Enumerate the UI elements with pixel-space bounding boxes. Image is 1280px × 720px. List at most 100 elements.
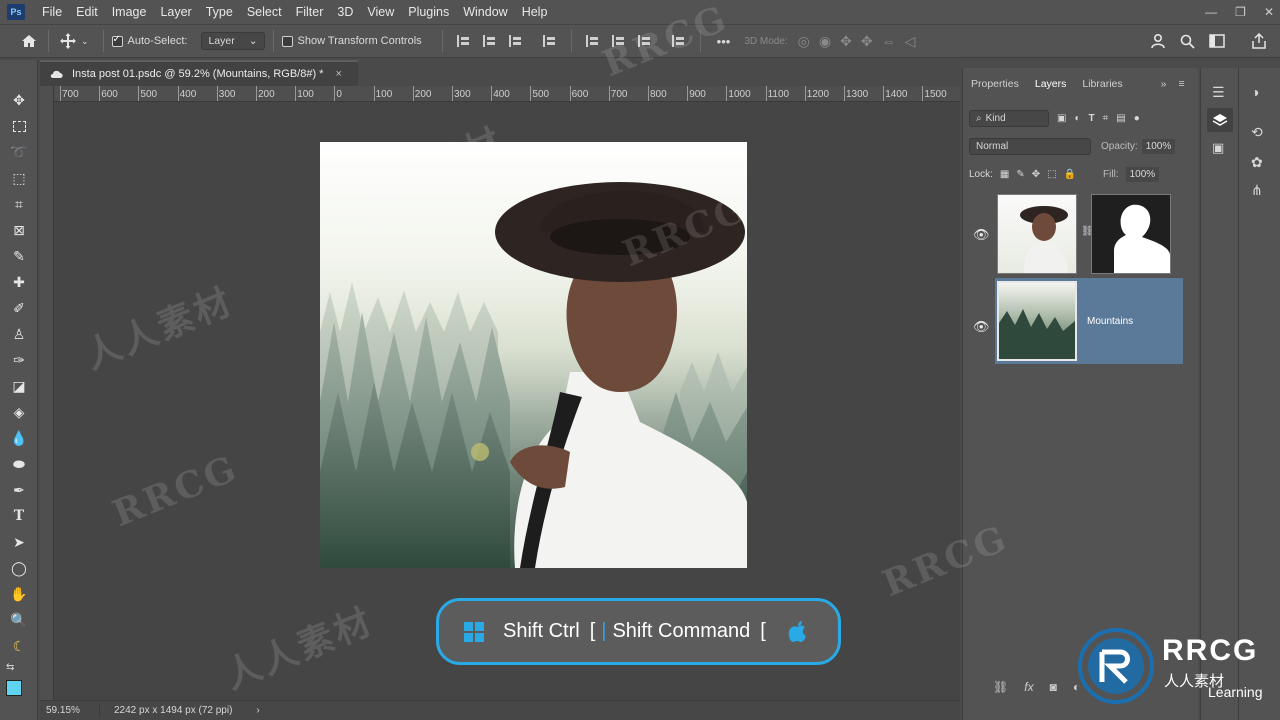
menu-view[interactable]: View [360,5,401,19]
history-brush-tool-icon[interactable]: ✑ [9,350,29,370]
auto-select-checkbox[interactable] [111,34,123,47]
layer-name[interactable]: Mountains [1087,316,1133,327]
add-mask-icon[interactable]: ◙ [1050,680,1057,700]
align-right-icon[interactable] [508,35,523,47]
type-filter-icon[interactable]: T [1089,113,1095,124]
zoom-tool-icon[interactable]: 🔍 [9,610,29,630]
restore-button[interactable]: ❐ [1235,5,1246,19]
home-icon[interactable] [18,30,40,52]
paths-icon[interactable]: ⟲ [1251,124,1263,141]
distribute-icon[interactable] [542,35,557,47]
collapse-panel-icon[interactable]: » [1161,78,1167,90]
lock-artboard-icon[interactable]: ⬚ [1047,169,1056,180]
blend-mode-dropdown[interactable]: Normal [969,137,1091,155]
opacity-input[interactable]: 100% [1141,138,1176,154]
lock-transparent-icon[interactable]: ▦ [1000,169,1009,180]
dodge-tool-icon[interactable]: ⬬ [9,454,29,474]
distribute-vertical-icon[interactable] [671,35,686,47]
smart-object-filter-icon[interactable]: ▤ [1116,113,1125,124]
blur-tool-icon[interactable]: 💧 [9,428,29,448]
align-top-icon[interactable] [585,35,600,47]
layer-mountains[interactable]: Mountains [995,278,1183,364]
menu-image[interactable]: Image [105,5,154,19]
swap-colors-icon[interactable]: ⇆ [6,662,14,673]
image-filter-icon[interactable]: ▣ [1057,113,1066,124]
edit-toolbar-icon[interactable]: ☾ [9,636,29,656]
fill-input[interactable]: 100% [1125,166,1160,182]
chevron-down-icon[interactable]: ⌄ [81,36,89,47]
link-layers-icon[interactable]: ⛓ [993,680,1008,700]
eraser-tool-icon[interactable]: ◪ [9,376,29,396]
menu-layer[interactable]: Layer [153,5,198,19]
foreground-color-swatch[interactable] [6,680,22,696]
panel-menu-icon[interactable]: ≡ [1179,78,1185,90]
menu-window[interactable]: Window [456,5,514,19]
adjustment-filter-icon[interactable]: ◐ [1074,113,1080,124]
frame-tool-icon[interactable]: ⊠ [9,220,29,240]
pen-tool-icon[interactable]: ✒ [9,480,29,500]
auto-select-dropdown[interactable]: Layer ⌄ [201,32,265,50]
path-selection-tool-icon[interactable]: ➤ [9,532,29,552]
healing-brush-tool-icon[interactable]: ✚ [9,272,29,292]
brush-tool-icon[interactable]: ✐ [9,298,29,318]
close-window-button[interactable]: ✕ [1264,5,1274,19]
type-tool-icon[interactable]: T [9,506,29,526]
paint-bucket-tool-icon[interactable]: ◈ [9,402,29,422]
marquee-tool-icon[interactable] [9,116,29,136]
more-options-icon[interactable]: ••• [717,34,731,49]
menu-type[interactable]: Type [199,5,240,19]
layer-mask-thumbnail[interactable] [1091,194,1171,274]
eyedropper-tool-icon[interactable]: ✎ [9,246,29,266]
show-transform-checkbox[interactable] [281,35,293,47]
color-icon[interactable]: ◑ [1251,84,1259,100]
menu-3d[interactable]: 3D [330,5,360,19]
layer-thumbnail[interactable] [997,281,1077,361]
workspace-icon[interactable] [1206,30,1228,52]
layers-icon[interactable] [1207,108,1233,132]
search-icon[interactable] [1176,30,1198,52]
share-icon[interactable] [1248,30,1270,52]
filter-kind-dropdown[interactable]: ⌕ Kind [969,109,1049,127]
lock-all-icon[interactable]: 🔒 [1064,169,1076,180]
document-tab[interactable]: Insta post 01.psdc @ 59.2% (Mountains, R… [40,60,358,86]
layer-thumbnail[interactable] [997,194,1077,274]
lasso-tool-icon[interactable]: ➰ [9,142,29,162]
object-select-tool-icon[interactable]: ⬚ [9,168,29,188]
swatches-icon[interactable]: ✿ [1251,154,1263,171]
layer-portrait[interactable]: 👁 ⛓ [963,192,1183,278]
menu-select[interactable]: Select [240,5,289,19]
clone-stamp-tool-icon[interactable]: ♙ [9,324,29,344]
lock-pixels-icon[interactable]: ✎ [1016,169,1024,180]
tab-properties[interactable]: Properties [963,78,1027,90]
status-menu-arrow[interactable]: › [256,705,259,716]
tab-libraries[interactable]: Libraries [1074,78,1130,90]
align-left-icon[interactable] [456,35,471,47]
document-canvas[interactable] [320,142,747,568]
menu-edit[interactable]: Edit [69,5,105,19]
align-middle-icon[interactable] [611,35,626,47]
visibility-eye-icon[interactable]: 👁 [973,228,990,241]
channels-icon[interactable]: ⋔ [1251,182,1263,199]
menu-file[interactable]: File [35,5,69,19]
align-center-icon[interactable] [482,35,497,47]
shape-filter-icon[interactable]: ⌗ [1103,113,1109,124]
crop-tool-icon[interactable]: ⌗ [9,194,29,214]
lock-position-icon[interactable]: ✥ [1032,169,1040,180]
fx-icon[interactable]: fx [1024,680,1033,700]
align-bottom-icon[interactable] [637,35,652,47]
menu-plugins[interactable]: Plugins [401,5,456,19]
filter-toggle-icon[interactable]: ● [1134,113,1140,124]
ellipse-tool-icon[interactable]: ◯ [9,558,29,578]
menu-help[interactable]: Help [515,5,555,19]
adjustments-icon[interactable]: ☰ [1212,84,1225,101]
move-tool-icon[interactable]: ✥ [9,90,29,110]
menu-filter[interactable]: Filter [289,5,331,19]
tab-layers[interactable]: Layers [1027,78,1075,90]
minimize-button[interactable]: — [1205,5,1217,19]
zoom-level[interactable]: 59.15% [40,705,100,716]
move-tool-icon[interactable] [57,30,79,52]
hand-tool-icon[interactable]: ✋ [9,584,29,604]
share-user-icon[interactable] [1148,30,1170,52]
visibility-eye-icon[interactable]: 👁 [973,320,990,333]
close-tab-button[interactable]: × [335,68,341,80]
